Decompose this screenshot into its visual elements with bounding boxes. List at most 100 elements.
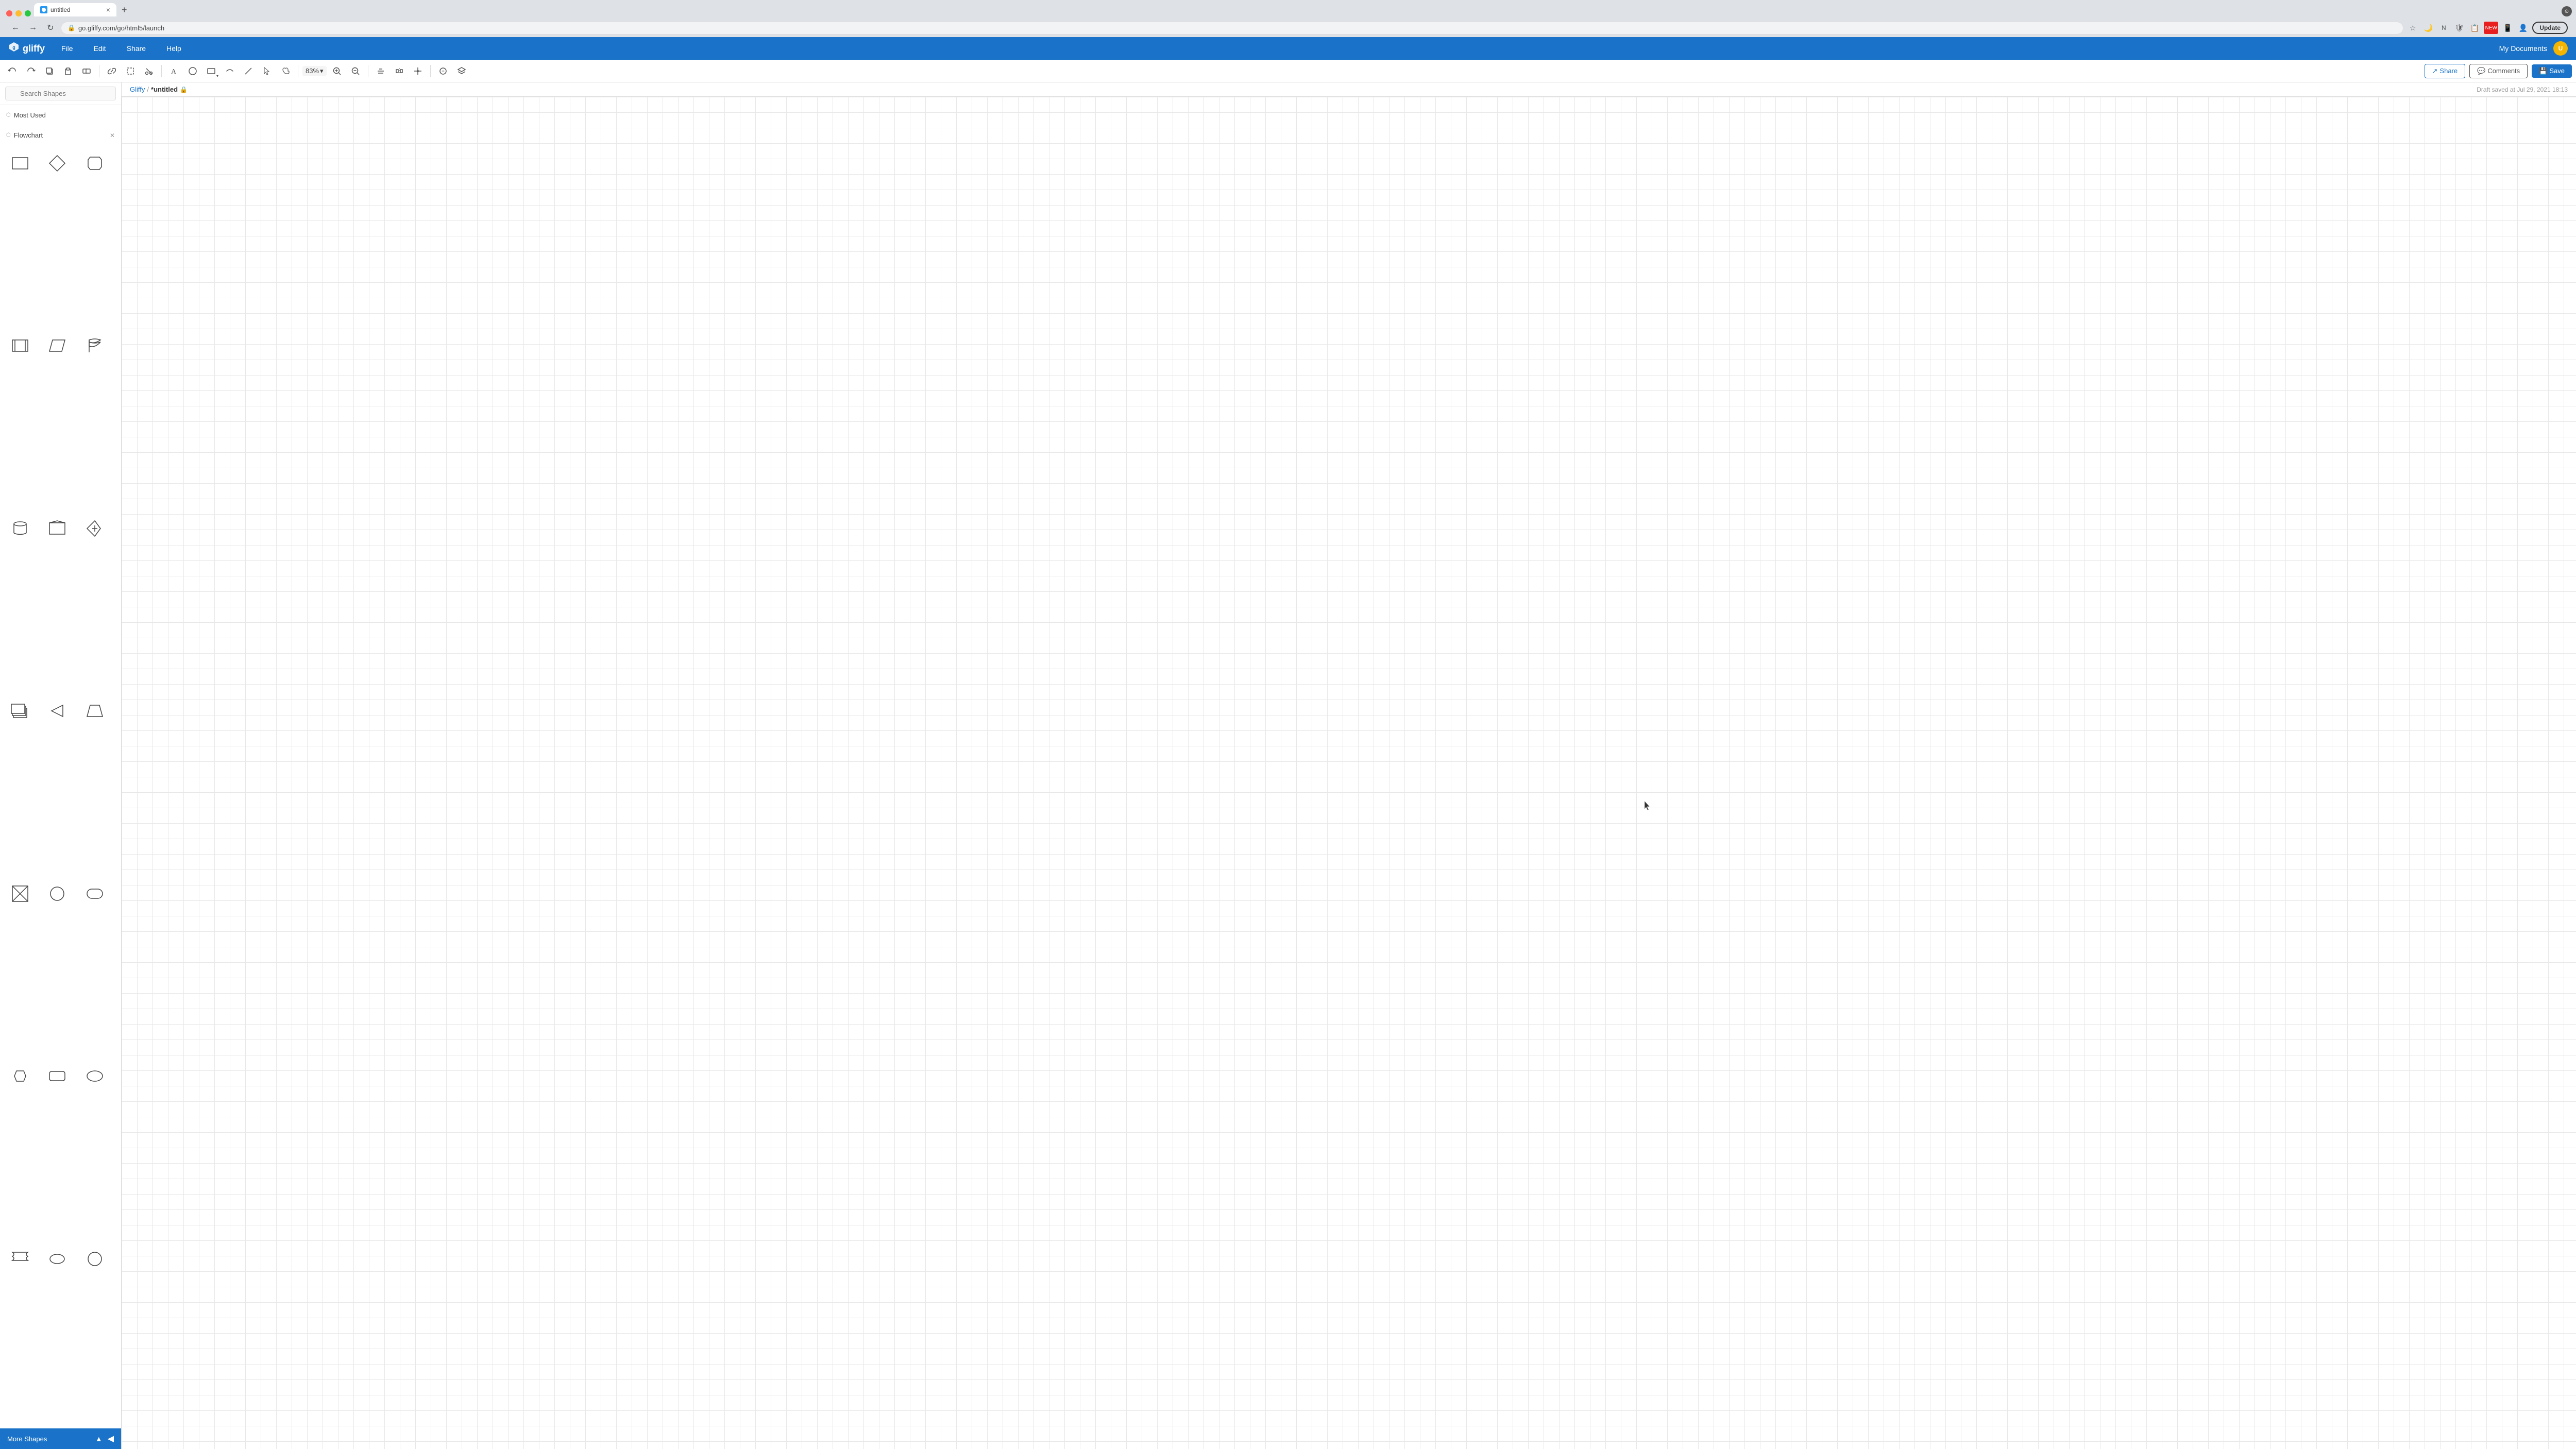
shape-trapezoid[interactable] <box>81 697 109 725</box>
shape-parallelogram[interactable] <box>43 332 71 360</box>
maximize-traffic-light[interactable] <box>25 10 31 16</box>
pointer-tool[interactable] <box>259 63 275 79</box>
save-button[interactable]: 💾 Save <box>2532 64 2572 78</box>
extension-5[interactable]: 📱 <box>2501 22 2514 34</box>
edit-menu[interactable]: Edit <box>90 42 110 55</box>
more-shapes-button[interactable]: More Shapes ▲ ◀ <box>0 1428 121 1449</box>
logo-icon: g <box>8 41 20 56</box>
text-tool[interactable]: A <box>166 63 182 79</box>
collapse-sidebar-icon[interactable]: ◀ <box>108 1434 114 1444</box>
search-wrapper: 🔍 <box>5 87 116 100</box>
distribute-tool[interactable] <box>391 63 408 79</box>
shape-circle[interactable] <box>43 880 71 908</box>
update-button[interactable]: Update <box>2532 22 2568 34</box>
active-tab[interactable]: untitled × <box>34 3 116 16</box>
comments-button[interactable]: 💬 Comments <box>2469 64 2528 78</box>
align-tool[interactable] <box>372 63 389 79</box>
zoom-in-button[interactable] <box>329 63 345 79</box>
flowchart-label: Flowchart <box>14 131 43 139</box>
shape-manual-input[interactable] <box>81 515 109 542</box>
draft-saved-status: Draft saved at Jul 29, 2021 18:13 <box>2477 86 2568 93</box>
breadcrumb-separator: / <box>147 86 149 93</box>
style-tool[interactable] <box>435 63 451 79</box>
flowchart-section: ⬡ Flowchart ✕ <box>0 125 121 145</box>
file-menu[interactable]: File <box>57 42 77 55</box>
shape-cylinder[interactable] <box>6 515 34 542</box>
paste-button[interactable] <box>60 63 76 79</box>
profile-icon[interactable]: 👤 <box>2517 22 2529 34</box>
flowchart-header[interactable]: ⬡ Flowchart ✕ <box>6 129 115 141</box>
hand-tool[interactable] <box>277 63 294 79</box>
browser-chrome: untitled × + ⊙ ← → ↻ 🔒 go.gliffy.com/go/… <box>0 0 2576 37</box>
breadcrumb-home[interactable]: Gliffy <box>130 86 145 93</box>
shape-display[interactable] <box>81 149 109 177</box>
minimize-traffic-light[interactable] <box>15 10 22 16</box>
shape-subroutine[interactable] <box>6 332 34 360</box>
comments-icon: 💬 <box>2477 67 2485 75</box>
shape-diamond[interactable] <box>43 149 71 177</box>
link-tool[interactable] <box>104 63 120 79</box>
svg-text:A: A <box>171 68 177 76</box>
shape-rect-rounded2[interactable] <box>43 1062 71 1090</box>
most-used-label: Most Used <box>14 111 46 119</box>
shape-triangle-left[interactable] <box>43 697 71 725</box>
extension-1[interactable]: N <box>2437 22 2450 34</box>
extension-3[interactable]: 📋 <box>2468 22 2481 34</box>
new-tab-button[interactable]: + <box>117 4 131 16</box>
line-tool[interactable] <box>240 63 257 79</box>
shape-flag[interactable] <box>81 332 109 360</box>
flowchart-close[interactable]: ✕ <box>110 132 115 139</box>
tab-favicon <box>40 6 47 13</box>
zoom-out-button[interactable] <box>347 63 364 79</box>
zoom-level: 83% <box>306 67 319 75</box>
flowchart-dot: ⬡ <box>6 132 11 138</box>
star-button[interactable]: ☆ <box>2406 22 2419 34</box>
back-button[interactable]: ← <box>8 21 23 35</box>
shape-stacked[interactable] <box>6 697 34 725</box>
shape-stadium[interactable] <box>81 1062 109 1090</box>
tab-title: untitled <box>50 6 71 13</box>
forward-button[interactable]: → <box>26 21 40 35</box>
position-tool[interactable] <box>410 63 426 79</box>
close-traffic-light[interactable] <box>6 10 12 16</box>
shape-oval[interactable] <box>43 1245 71 1273</box>
ellipse-tool[interactable] <box>184 63 201 79</box>
shape-rectangle[interactable] <box>6 149 34 177</box>
shape-cross-rect[interactable] <box>6 880 34 908</box>
shape-hexagon[interactable] <box>6 1062 34 1090</box>
canvas[interactable] <box>122 97 2576 1449</box>
connector-tool[interactable] <box>222 63 238 79</box>
undo-button[interactable] <box>4 63 21 79</box>
redo-button[interactable] <box>23 63 39 79</box>
document-title[interactable]: *untitled <box>151 86 178 93</box>
layers-tool[interactable] <box>453 63 470 79</box>
rect-tool[interactable]: ▾ <box>203 63 219 79</box>
help-menu[interactable]: Help <box>162 42 185 55</box>
moon-button[interactable]: 🌙 <box>2422 22 2434 34</box>
reload-button[interactable]: ↻ <box>43 21 58 35</box>
select-tool[interactable] <box>122 63 139 79</box>
most-used-header[interactable]: ⬡ Most Used <box>6 109 115 121</box>
shape-rounded-rect[interactable] <box>81 880 109 908</box>
separator-5 <box>430 65 431 77</box>
duplicate-button[interactable] <box>78 63 95 79</box>
shape-tape[interactable] <box>6 1245 34 1273</box>
shape-circle2[interactable] <box>81 1245 109 1273</box>
cut-tool[interactable] <box>141 63 157 79</box>
user-avatar: U <box>2553 41 2568 56</box>
extension-2[interactable]: 🛡 <box>2453 22 2465 34</box>
share-button[interactable]: ↗ Share <box>2425 64 2466 78</box>
toolbar: A ▾ 83% ▾ <box>0 60 2576 82</box>
toolbar-right: ↗ Share 💬 Comments 💾 Save <box>2425 64 2572 78</box>
copy-button[interactable] <box>41 63 58 79</box>
search-bar: 🔍 <box>0 82 121 105</box>
logo-text: gliffy <box>23 43 45 54</box>
tab-close-button[interactable]: × <box>106 6 110 14</box>
zoom-control[interactable]: 83% ▾ <box>302 66 327 76</box>
address-bar[interactable]: 🔒 go.gliffy.com/go/html5/launch <box>61 22 2403 35</box>
share-menu[interactable]: Share <box>123 42 150 55</box>
my-documents-button[interactable]: My Documents <box>2499 44 2547 53</box>
search-input[interactable] <box>5 87 116 100</box>
shape-pentagon[interactable] <box>43 515 71 542</box>
extension-4[interactable]: NEW <box>2484 22 2498 34</box>
